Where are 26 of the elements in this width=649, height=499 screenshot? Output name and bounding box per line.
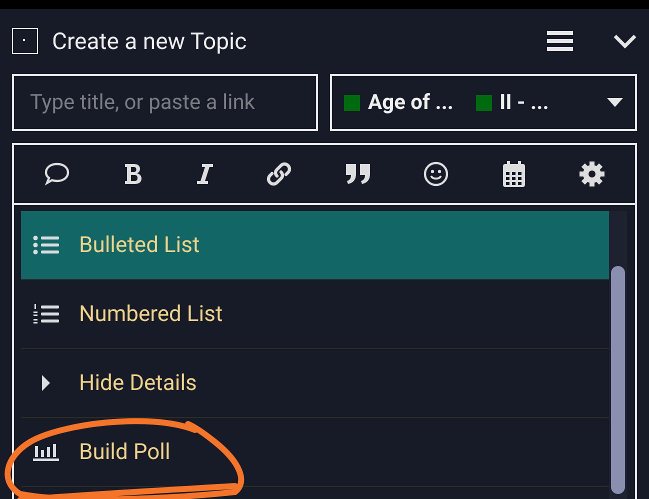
category-dropdown[interactable]: Age of ... II - ...	[330, 74, 637, 131]
bold-icon[interactable]	[122, 163, 143, 185]
scrollbar-thumb[interactable]	[611, 266, 625, 494]
menu-item[interactable]: Hide Details	[21, 349, 609, 418]
settings-icon[interactable]	[578, 161, 605, 187]
bar-chart-icon	[33, 442, 59, 462]
calendar-icon[interactable]	[502, 161, 526, 187]
menu-icon[interactable]	[547, 30, 573, 52]
menu-item[interactable]: Bulleted List	[21, 211, 609, 280]
checkbox-icon	[12, 28, 38, 54]
numbered-list-icon	[33, 304, 59, 324]
italic-icon[interactable]	[196, 163, 214, 185]
category-label: Age of ...	[368, 90, 454, 114]
caret-right-icon	[41, 375, 51, 391]
caret-icon	[607, 98, 623, 108]
menu-item[interactable]: Numbered List	[21, 280, 609, 349]
speech-bubble-icon[interactable]	[44, 162, 70, 186]
title-input-field[interactable]: Type title, or paste a link	[12, 74, 318, 131]
chevron-down-icon[interactable]	[613, 33, 637, 49]
composer-title: Create a new Topic	[52, 28, 248, 54]
smiley-icon[interactable]	[423, 161, 450, 187]
link-icon[interactable]	[266, 161, 292, 187]
category-label: II - ...	[500, 90, 549, 114]
menu-item[interactable]: Build Poll	[21, 418, 609, 487]
quote-icon[interactable]	[344, 163, 371, 185]
bulleted-list-icon	[33, 235, 59, 255]
